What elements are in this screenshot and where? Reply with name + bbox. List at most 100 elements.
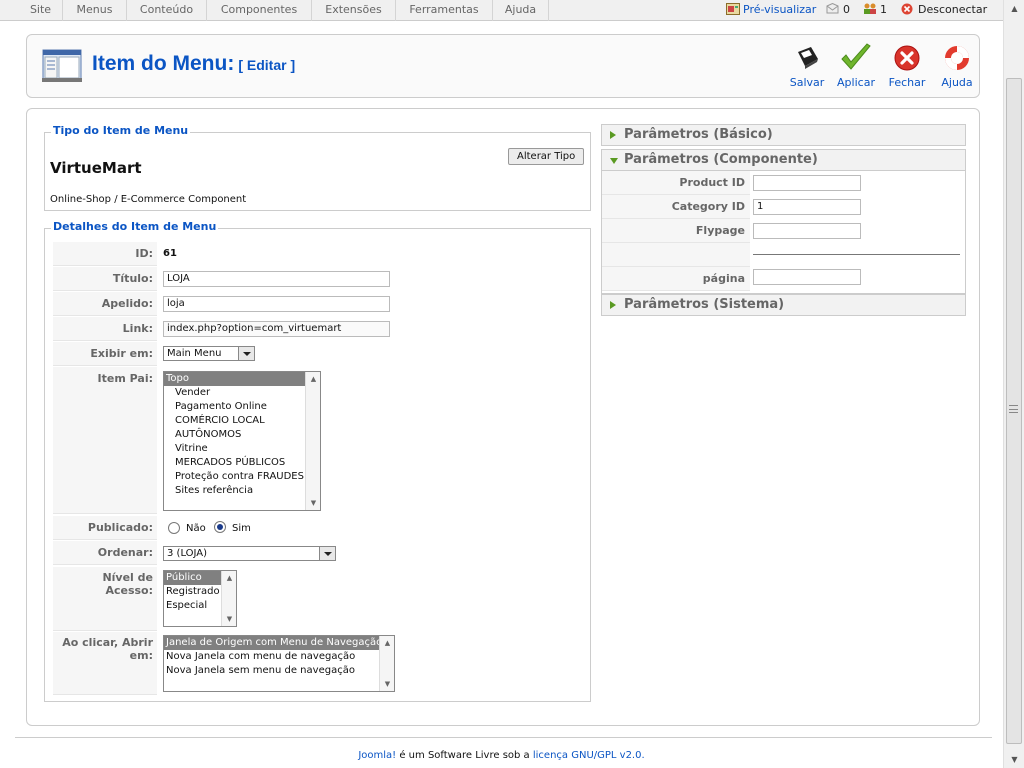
onclick-open-list[interactable]: Janela de Origem com Menu de Navegação N… <box>163 635 395 692</box>
onclick-open-label: Ao clicar, Abrir em: <box>53 632 157 695</box>
params-basic-title: Parâmetros (Básico) <box>624 127 773 142</box>
apply-label: Aplicar <box>837 76 875 89</box>
onclick-option[interactable]: Janela de Origem com Menu de Navegação <box>164 636 394 650</box>
logout-icon <box>901 2 914 15</box>
onclick-list-scrollbar[interactable]: ▲ ▼ <box>379 636 394 691</box>
onclick-open-label-line2: em: <box>129 649 153 662</box>
joomla-link[interactable]: Joomla! <box>358 750 396 761</box>
close-icon <box>894 45 920 71</box>
menu-type-fieldset: Tipo do Item de Menu VirtueMart Online-S… <box>44 124 591 211</box>
published-yes-radio[interactable] <box>214 521 226 533</box>
onclick-open-label-line1: Ao clicar, Abrir <box>62 636 153 649</box>
params-system-title: Parâmetros (Sistema) <box>624 297 785 312</box>
footer: Joomla! é um Software Livre sob a licenç… <box>0 750 1003 761</box>
license-link[interactable]: licença GNU/GPL v2.0. <box>533 750 645 761</box>
chevron-down-icon <box>319 547 335 560</box>
menu-menus[interactable]: Menus <box>63 0 127 21</box>
logout-link[interactable]: Desconectar <box>901 0 987 21</box>
alias-input[interactable]: loja <box>163 296 390 312</box>
order-label: Ordenar: <box>53 541 157 565</box>
scroll-down-arrow[interactable]: ▼ <box>1004 751 1024 768</box>
published-label: Publicado: <box>53 516 157 540</box>
order-select[interactable]: 3 (LOJA) <box>163 546 336 561</box>
params-component-header[interactable]: Parâmetros (Componente) <box>601 149 966 171</box>
messages-count: 0 <box>843 3 850 16</box>
parent-option[interactable]: Vender <box>164 386 320 400</box>
menu-type-name: VirtueMart <box>50 159 142 177</box>
flypage-label: Flypage <box>602 219 750 243</box>
parent-list-scrollbar[interactable]: ▲ ▼ <box>305 372 320 510</box>
menu-select[interactable]: Main Menu <box>163 346 255 361</box>
params-component-title: Parâmetros (Componente) <box>624 152 818 167</box>
spacer-label <box>602 243 750 267</box>
pagina-label: página <box>602 267 750 291</box>
flypage-input[interactable] <box>753 223 861 239</box>
menu-site[interactable]: Site <box>19 0 63 21</box>
users-icon <box>863 2 876 14</box>
floppy-disk-icon <box>798 47 818 69</box>
parent-option[interactable]: COMÉRCIO LOCAL <box>164 414 320 428</box>
product-id-input[interactable] <box>753 175 861 191</box>
id-value: 61 <box>163 248 177 259</box>
page-scrollbar[interactable]: ▲ ▼ <box>1003 0 1024 768</box>
access-list-scrollbar[interactable]: ▲ ▼ <box>221 571 236 626</box>
scroll-up-arrow[interactable]: ▲ <box>1004 0 1024 17</box>
save-label: Salvar <box>789 76 825 89</box>
users-count: 1 <box>880 3 887 16</box>
scroll-up-icon[interactable]: ▲ <box>222 571 236 585</box>
parent-option[interactable]: AUTÔNOMOS <box>164 428 320 442</box>
onclick-option[interactable]: Nova Janela com menu de navegação <box>164 650 394 664</box>
collapsed-arrow-icon <box>610 301 616 309</box>
parent-option[interactable]: Sites referência <box>164 484 320 498</box>
change-type-button[interactable]: Alterar Tipo <box>508 148 585 165</box>
scroll-down-icon[interactable]: ▼ <box>380 677 394 691</box>
help-label: Ajuda <box>941 76 973 89</box>
menu-type-description: Online-Shop / E-Commerce Component <box>50 194 247 205</box>
toolbar-box: Item do Menu:[ Editar ] Salvar Aplicar F… <box>26 34 980 98</box>
close-button[interactable]: Fechar <box>882 43 932 93</box>
menu-select-value: Main Menu <box>167 348 222 359</box>
menu-help[interactable]: Ajuda <box>493 0 549 21</box>
scroll-down-icon[interactable]: ▼ <box>306 496 320 510</box>
parent-option[interactable]: Proteção contra FRAUDES <box>164 470 320 484</box>
scroll-up-icon[interactable]: ▲ <box>306 372 320 386</box>
help-button[interactable]: Ajuda <box>932 43 982 93</box>
preview-icon <box>726 2 740 15</box>
page-title-action: [ Editar ] <box>238 57 296 73</box>
parent-item-label: Item Pai: <box>53 367 157 514</box>
parent-item-list[interactable]: Topo Vender Pagamento Online COMÉRCIO LO… <box>163 371 321 511</box>
menu-extensions[interactable]: Extensões <box>312 0 396 21</box>
menu-tools[interactable]: Ferramentas <box>396 0 493 21</box>
scroll-down-icon[interactable]: ▼ <box>222 612 236 626</box>
onclick-option[interactable]: Nova Janela sem menu de navegação <box>164 664 394 678</box>
preview-link[interactable]: Pré-visualizar <box>726 0 816 21</box>
parent-option[interactable]: Vitrine <box>164 442 320 456</box>
id-label: ID: <box>53 242 157 266</box>
title-input[interactable]: LOJA <box>163 271 390 287</box>
access-level-list[interactable]: Público Registrado Especial ▲ ▼ <box>163 570 237 627</box>
menu-type-legend: Tipo do Item de Menu <box>51 124 191 137</box>
users-counter[interactable]: 1 <box>863 0 887 21</box>
product-id-label: Product ID <box>602 171 750 195</box>
page-title: Item do Menu:[ Editar ] <box>92 52 295 76</box>
menu-components[interactable]: Componentes <box>207 0 312 21</box>
messages-icon <box>826 2 839 14</box>
messages-counter[interactable]: 0 <box>826 0 850 21</box>
chevron-down-icon <box>238 347 254 360</box>
params-system-header[interactable]: Parâmetros (Sistema) <box>601 294 966 316</box>
preview-label: Pré-visualizar <box>743 3 817 16</box>
pagina-input[interactable] <box>753 269 861 285</box>
order-select-value: 3 (LOJA) <box>167 548 208 559</box>
category-id-input[interactable]: 1 <box>753 199 861 215</box>
params-basic-header[interactable]: Parâmetros (Básico) <box>601 124 966 146</box>
published-no-radio[interactable] <box>168 522 180 534</box>
parent-option[interactable]: Topo <box>164 372 320 386</box>
save-button[interactable]: Salvar <box>782 43 832 93</box>
link-input[interactable]: index.php?option=com_virtuemart <box>163 321 390 337</box>
parent-option[interactable]: Pagamento Online <box>164 400 320 414</box>
scroll-up-icon[interactable]: ▲ <box>380 636 394 650</box>
parent-option[interactable]: MERCADOS PÚBLICOS <box>164 456 320 470</box>
menu-content[interactable]: Conteúdo <box>127 0 207 21</box>
footer-divider <box>15 737 992 738</box>
apply-button[interactable]: Aplicar <box>831 43 881 93</box>
